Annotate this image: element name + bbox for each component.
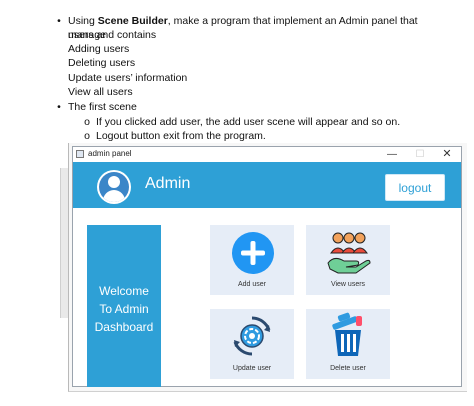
delete-user-label: Delete user: [330, 365, 366, 372]
update-user-label: Update user: [232, 365, 272, 372]
welcome-line: To Admin: [99, 302, 149, 316]
list-item: Adding users: [68, 43, 130, 55]
minimize-button[interactable]: —: [379, 147, 405, 162]
document-text: • Using Scene Builder, make a program th…: [0, 0, 474, 142]
avatar-head: [108, 176, 120, 188]
welcome-line: Dashboard: [94, 320, 154, 334]
refresh-gear-icon: [233, 316, 271, 356]
maximize-button[interactable]: ☐: [407, 147, 433, 162]
bullet-dot: •: [57, 15, 61, 27]
logout-button[interactable]: logout: [385, 174, 445, 201]
view-users-button[interactable]: View users: [306, 225, 390, 295]
bullet-1-continuation: users and contains: [68, 29, 157, 41]
window-title: admin panel: [88, 149, 132, 158]
welcome-panel: Welcome To Admin Dashboard: [87, 225, 161, 387]
bullet-1-bold: Scene Builder: [97, 15, 168, 27]
list-item: Deleting users: [68, 57, 136, 69]
trash-icon: [332, 312, 362, 356]
avatar-icon: [97, 170, 131, 204]
list-item: Update users’ information: [68, 72, 188, 84]
delete-user-button[interactable]: Delete user: [306, 309, 390, 379]
welcome-line: Welcome: [99, 284, 149, 298]
add-user-button[interactable]: Add user: [210, 225, 294, 295]
sub-item: If you clicked add user, the add user sc…: [96, 116, 401, 128]
admin-panel-window: admin panel — ☐ ✕ Admin logout Welcome T…: [72, 146, 462, 387]
view-users-label: View users: [330, 281, 366, 288]
welcome-text: Welcome To Admin Dashboard: [87, 282, 161, 336]
app-icon: [76, 150, 84, 158]
title-bar[interactable]: admin panel — ☐ ✕: [73, 147, 461, 162]
bullet-dot: •: [57, 101, 61, 113]
plus-circle-icon: [232, 232, 274, 274]
bullet-2-line: The first scene: [68, 101, 137, 113]
sub-bullet-circle: o: [84, 130, 90, 142]
bullet-1-lead: Using: [68, 15, 98, 27]
users-hand-icon: [327, 232, 371, 274]
sub-item: Logout button exit from the program.: [96, 130, 266, 142]
update-user-button[interactable]: Update user: [210, 309, 294, 379]
list-item: View all users: [68, 86, 133, 98]
sub-bullet-circle: o: [84, 116, 90, 128]
add-user-label: Add user: [237, 281, 267, 288]
close-button[interactable]: ✕: [434, 147, 460, 162]
avatar-body: [103, 190, 125, 202]
header-bar: Admin logout: [73, 162, 461, 208]
avatar-inner: [99, 172, 129, 202]
admin-name: Admin: [145, 175, 191, 192]
